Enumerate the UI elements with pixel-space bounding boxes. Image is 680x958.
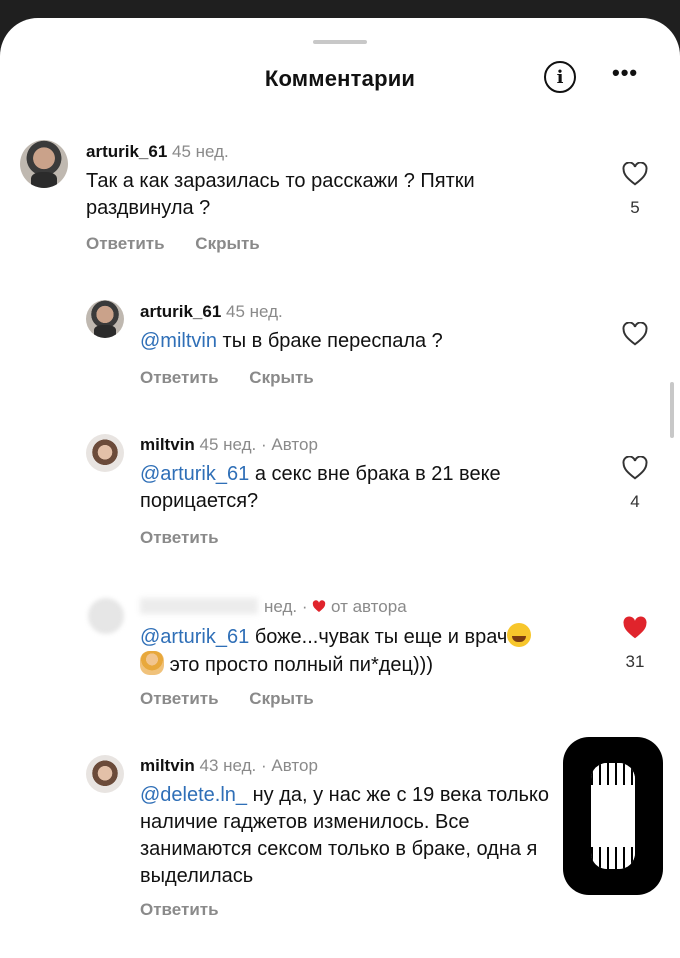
comment-username[interactable]: miltvin (140, 435, 195, 454)
drag-handle[interactable] (313, 40, 367, 44)
reply-button[interactable]: Ответить (140, 689, 219, 708)
hide-button[interactable]: Скрыть (249, 689, 313, 708)
avatar[interactable] (86, 434, 124, 472)
heart-outline-icon (622, 456, 648, 480)
author-badge: · Автор (261, 756, 318, 775)
avatar[interactable] (88, 598, 124, 634)
comment-username[interactable]: arturik_61 (140, 302, 221, 321)
page-title: Комментарии (264, 66, 416, 91)
more-options-icon[interactable]: ••• (612, 60, 638, 86)
heart-outline-icon (622, 322, 648, 346)
comment-username[interactable]: miltvin (140, 756, 195, 775)
like-count: 4 (630, 492, 640, 511)
like-button[interactable]: 4 (618, 456, 652, 512)
scrollbar[interactable] (670, 382, 674, 438)
like-button[interactable] (618, 322, 652, 346)
comment-username[interactable]: arturik_61 (86, 142, 167, 161)
comment-mention[interactable]: @miltvin (140, 330, 217, 352)
laughing-emoji-icon (507, 623, 532, 647)
like-button[interactable]: 31 (618, 616, 652, 672)
author-badge: · Автор (261, 435, 318, 454)
heart-filled-icon (623, 616, 647, 639)
hide-button[interactable]: Скрыть (249, 368, 313, 387)
avatar[interactable] (86, 755, 124, 793)
comment-text: Так а как заразилась то расскажи ? Пятки… (86, 170, 475, 219)
screaming-mouth-sticker (563, 737, 663, 895)
like-count: 5 (630, 198, 640, 217)
reply-button[interactable]: Ответить (140, 900, 219, 919)
reply-button[interactable]: Ответить (140, 528, 219, 547)
comment-time: 45 нед. (172, 142, 229, 161)
comment-time: 45 нед. (199, 435, 257, 454)
redacted-username (140, 598, 258, 614)
hide-button[interactable]: Скрыть (195, 234, 259, 253)
comment-mention[interactable]: @delete.ln_ (140, 784, 247, 806)
comment-time: 45 нед. (226, 302, 283, 321)
heart-filled-icon (313, 600, 326, 613)
reply-button[interactable]: Ответить (86, 234, 165, 253)
facepalm-emoji-icon (140, 651, 164, 675)
info-icon[interactable]: i (544, 61, 576, 93)
like-button[interactable]: 5 (618, 162, 652, 218)
comment-text: ты в браке переспала ? (222, 330, 443, 352)
comment-mention[interactable]: @arturik_61 (140, 463, 249, 485)
comment-mention[interactable]: @arturik_61 (140, 626, 249, 648)
comment-time: 43 нед. (199, 756, 257, 775)
avatar[interactable] (20, 140, 68, 188)
comment-text: боже...чувак ты еще и врач (254, 626, 508, 648)
like-count: 31 (625, 652, 645, 671)
liked-by-author-label: от автора (330, 597, 407, 616)
comment-text-line2: это просто полный пи*дец))) (169, 654, 433, 676)
comment-time: нед. (264, 597, 298, 616)
reply-button[interactable]: Ответить (140, 368, 219, 387)
separator: · (301, 597, 313, 616)
heart-outline-icon (622, 162, 648, 186)
avatar[interactable] (86, 300, 124, 338)
